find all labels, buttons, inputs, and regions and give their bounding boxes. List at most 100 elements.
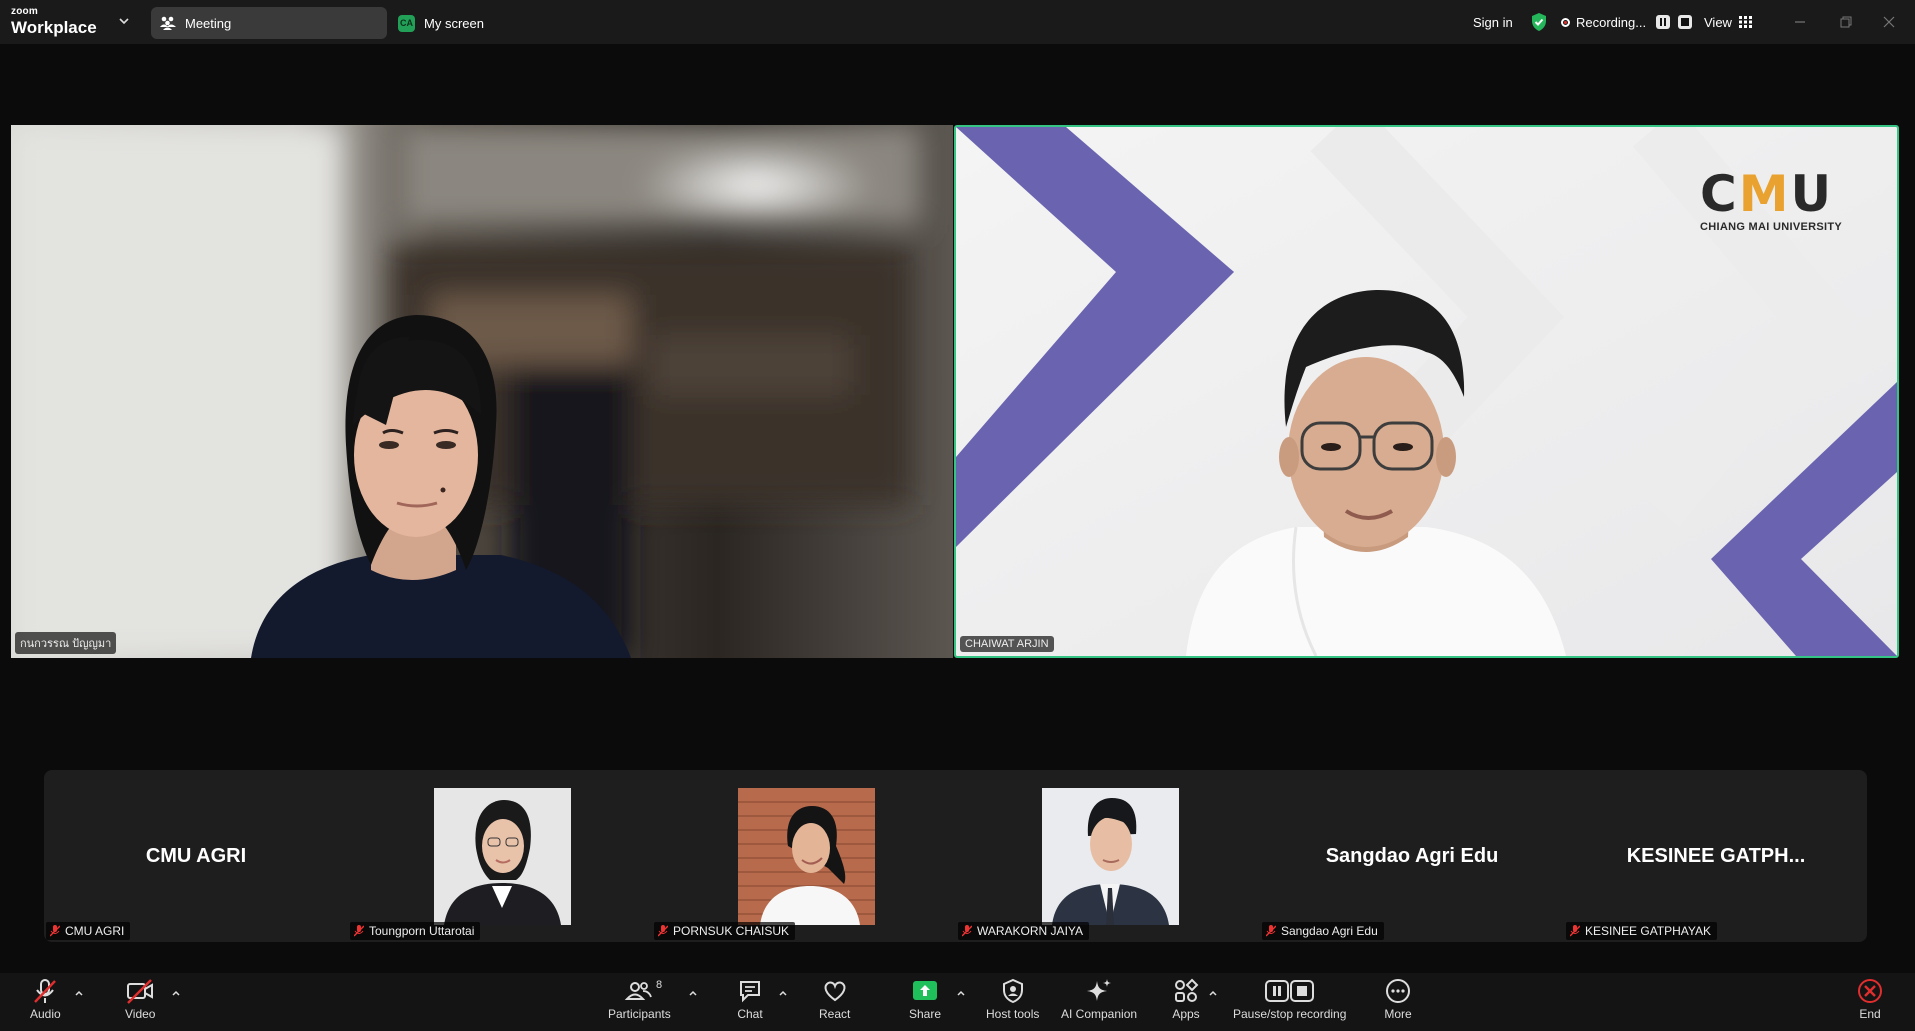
recording-label: Recording... bbox=[1576, 14, 1647, 30]
zoom-workplace-logo[interactable]: zoom Workplace bbox=[11, 6, 97, 37]
participant-thumb[interactable]: CMU AGRI CMU AGRI bbox=[44, 770, 348, 942]
chat-label: Chat bbox=[737, 1007, 763, 1021]
shield-icon bbox=[1002, 978, 1023, 1004]
participant-thumb[interactable]: Sangdao Agri Edu Sangdao Agri Edu bbox=[1260, 770, 1564, 942]
share-label: Share bbox=[909, 1007, 942, 1021]
participant-video-left bbox=[11, 125, 953, 658]
ai-companion-button[interactable]: AI Companion bbox=[1061, 977, 1137, 1021]
video-tile-left[interactable]: กนกวรรณ ปัญญมา bbox=[11, 125, 953, 658]
logo-subtitle: CHIANG MAI UNIVERSITY bbox=[1700, 221, 1842, 233]
participant-photo bbox=[738, 788, 875, 925]
participant-tag: PORNSUK CHAISUK bbox=[654, 922, 796, 940]
screen-avatar-badge: CA bbox=[398, 14, 415, 32]
participant-display-name: Sangdao Agri Edu bbox=[1325, 845, 1499, 867]
end-meeting-button[interactable]: End bbox=[1856, 977, 1884, 1021]
pause-recording-icon[interactable] bbox=[1656, 15, 1671, 29]
sparkle-icon bbox=[1087, 979, 1112, 1001]
participant-tag-name: WARAKORN JAIYA bbox=[977, 924, 1084, 938]
cmu-logo: CMU CHIANG MAI UNIVERSITY bbox=[1700, 169, 1842, 233]
security-shield-icon[interactable] bbox=[1530, 0, 1548, 44]
meeting-icon bbox=[160, 16, 176, 30]
tab-meeting[interactable]: Meeting bbox=[151, 7, 387, 39]
audio-label: Audio bbox=[30, 1007, 61, 1021]
participant-thumb[interactable]: PORNSUK CHAISUK bbox=[652, 770, 956, 942]
host-tools-button[interactable]: Host tools bbox=[986, 977, 1039, 1021]
end-label: End bbox=[1859, 1007, 1881, 1021]
participant-tag-name: KESINEE GATPHAYAK bbox=[1585, 924, 1712, 938]
brand-top: zoom bbox=[11, 6, 38, 17]
restore-icon[interactable] bbox=[1837, 13, 1855, 31]
title-bar: zoom Workplace Meeting CA My screen Sign… bbox=[0, 0, 1915, 44]
mic-muted-icon bbox=[34, 979, 57, 1003]
video-options-chevron-icon[interactable] bbox=[170, 987, 182, 999]
mic-muted-icon bbox=[962, 925, 972, 937]
logo-letter-u: U bbox=[1790, 165, 1834, 223]
apps-label: Apps bbox=[1172, 1007, 1200, 1021]
chevron-down-icon[interactable] bbox=[117, 14, 131, 28]
participant-thumb[interactable]: Toungporn Uttarotai bbox=[348, 770, 652, 942]
view-label: View bbox=[1704, 14, 1732, 30]
video-label: Video bbox=[125, 1007, 156, 1021]
react-button[interactable]: React bbox=[819, 977, 850, 1021]
video-tile-active-speaker[interactable]: CMU CHIANG MAI UNIVERSITY CHAIWAT ARJIN bbox=[954, 125, 1899, 658]
close-icon[interactable] bbox=[1880, 13, 1898, 31]
more-button[interactable]: More bbox=[1384, 977, 1412, 1021]
participant-display-name: CMU AGRI bbox=[145, 845, 247, 867]
participant-tag: CMU AGRI bbox=[46, 922, 131, 940]
participant-gallery: CMU AGRI CMU AGRI Toungporn Uttarotai PO… bbox=[44, 770, 1867, 942]
tab-my-screen[interactable]: CA My screen bbox=[398, 7, 484, 39]
chat-options-chevron-icon[interactable] bbox=[777, 987, 789, 999]
audio-button[interactable]: Audio bbox=[30, 977, 61, 1021]
minimize-icon[interactable] bbox=[1791, 13, 1809, 31]
logo-letter-m: M bbox=[1738, 165, 1791, 223]
participant-name-left: กนกวรรณ ปัญญมา bbox=[15, 632, 117, 654]
apps-icon bbox=[1175, 978, 1199, 1002]
participant-tag: Toungporn Uttarotai bbox=[350, 922, 481, 940]
participant-tag: Sangdao Agri Edu bbox=[1262, 922, 1384, 940]
pause-recording-label: Pause/stop recording bbox=[1233, 1007, 1347, 1021]
participant-thumb[interactable]: WARAKORN JAIYA bbox=[956, 770, 1260, 942]
participants-icon bbox=[625, 982, 653, 1000]
participants-options-chevron-icon[interactable] bbox=[687, 987, 699, 999]
ai-companion-label: AI Companion bbox=[1061, 1007, 1138, 1021]
video-off-icon bbox=[127, 979, 154, 1004]
participants-count: 8 bbox=[656, 979, 663, 991]
record-dot-icon bbox=[1561, 17, 1570, 27]
chat-icon bbox=[740, 981, 760, 1003]
mic-muted-icon bbox=[1570, 925, 1580, 937]
more-icon bbox=[1386, 979, 1410, 1003]
grid-icon bbox=[1738, 16, 1752, 28]
chat-button[interactable]: Chat bbox=[736, 977, 764, 1021]
end-call-icon bbox=[1858, 979, 1882, 1003]
tab-meeting-label: Meeting bbox=[185, 15, 232, 31]
share-options-chevron-icon[interactable] bbox=[955, 987, 967, 999]
logo-letter-c: C bbox=[1700, 165, 1739, 223]
participant-tag-name: PORNSUK CHAISUK bbox=[673, 924, 790, 938]
participant-name-right: CHAIWAT ARJIN bbox=[960, 636, 1054, 652]
react-label: React bbox=[819, 1007, 851, 1021]
video-button[interactable]: Video bbox=[125, 977, 155, 1021]
pause-stop-icon bbox=[1264, 980, 1314, 1002]
meeting-toolbar: Audio Video Participants 8 Chat React Sh… bbox=[0, 973, 1915, 1031]
participant-tag-name: Toungporn Uttarotai bbox=[369, 924, 475, 938]
share-screen-icon bbox=[913, 981, 938, 1000]
participant-tag: KESINEE GATPHAYAK bbox=[1566, 922, 1718, 940]
tab-my-screen-label: My screen bbox=[424, 15, 484, 31]
pause-stop-recording-button[interactable]: Pause/stop recording bbox=[1233, 977, 1346, 1021]
participant-tag-name: CMU AGRI bbox=[65, 924, 125, 938]
participant-tag: WARAKORN JAIYA bbox=[958, 922, 1090, 940]
host-tools-label: Host tools bbox=[986, 1007, 1040, 1021]
apps-options-chevron-icon[interactable] bbox=[1207, 987, 1219, 999]
share-button[interactable]: Share bbox=[909, 977, 941, 1021]
mic-muted-icon bbox=[50, 925, 60, 937]
mic-muted-icon bbox=[1266, 925, 1276, 937]
sign-in-link[interactable]: Sign in bbox=[1473, 0, 1513, 44]
apps-button[interactable]: Apps bbox=[1172, 977, 1200, 1021]
stop-recording-icon[interactable] bbox=[1678, 15, 1693, 29]
participant-thumb[interactable]: KESINEE GATPH... KESINEE GATPHAYAK bbox=[1564, 770, 1868, 942]
participants-label: Participants bbox=[608, 1007, 671, 1021]
view-button[interactable]: View bbox=[1704, 0, 1752, 44]
brand-bottom: Workplace bbox=[11, 18, 97, 37]
heart-icon bbox=[824, 981, 846, 1002]
audio-options-chevron-icon[interactable] bbox=[73, 987, 85, 999]
